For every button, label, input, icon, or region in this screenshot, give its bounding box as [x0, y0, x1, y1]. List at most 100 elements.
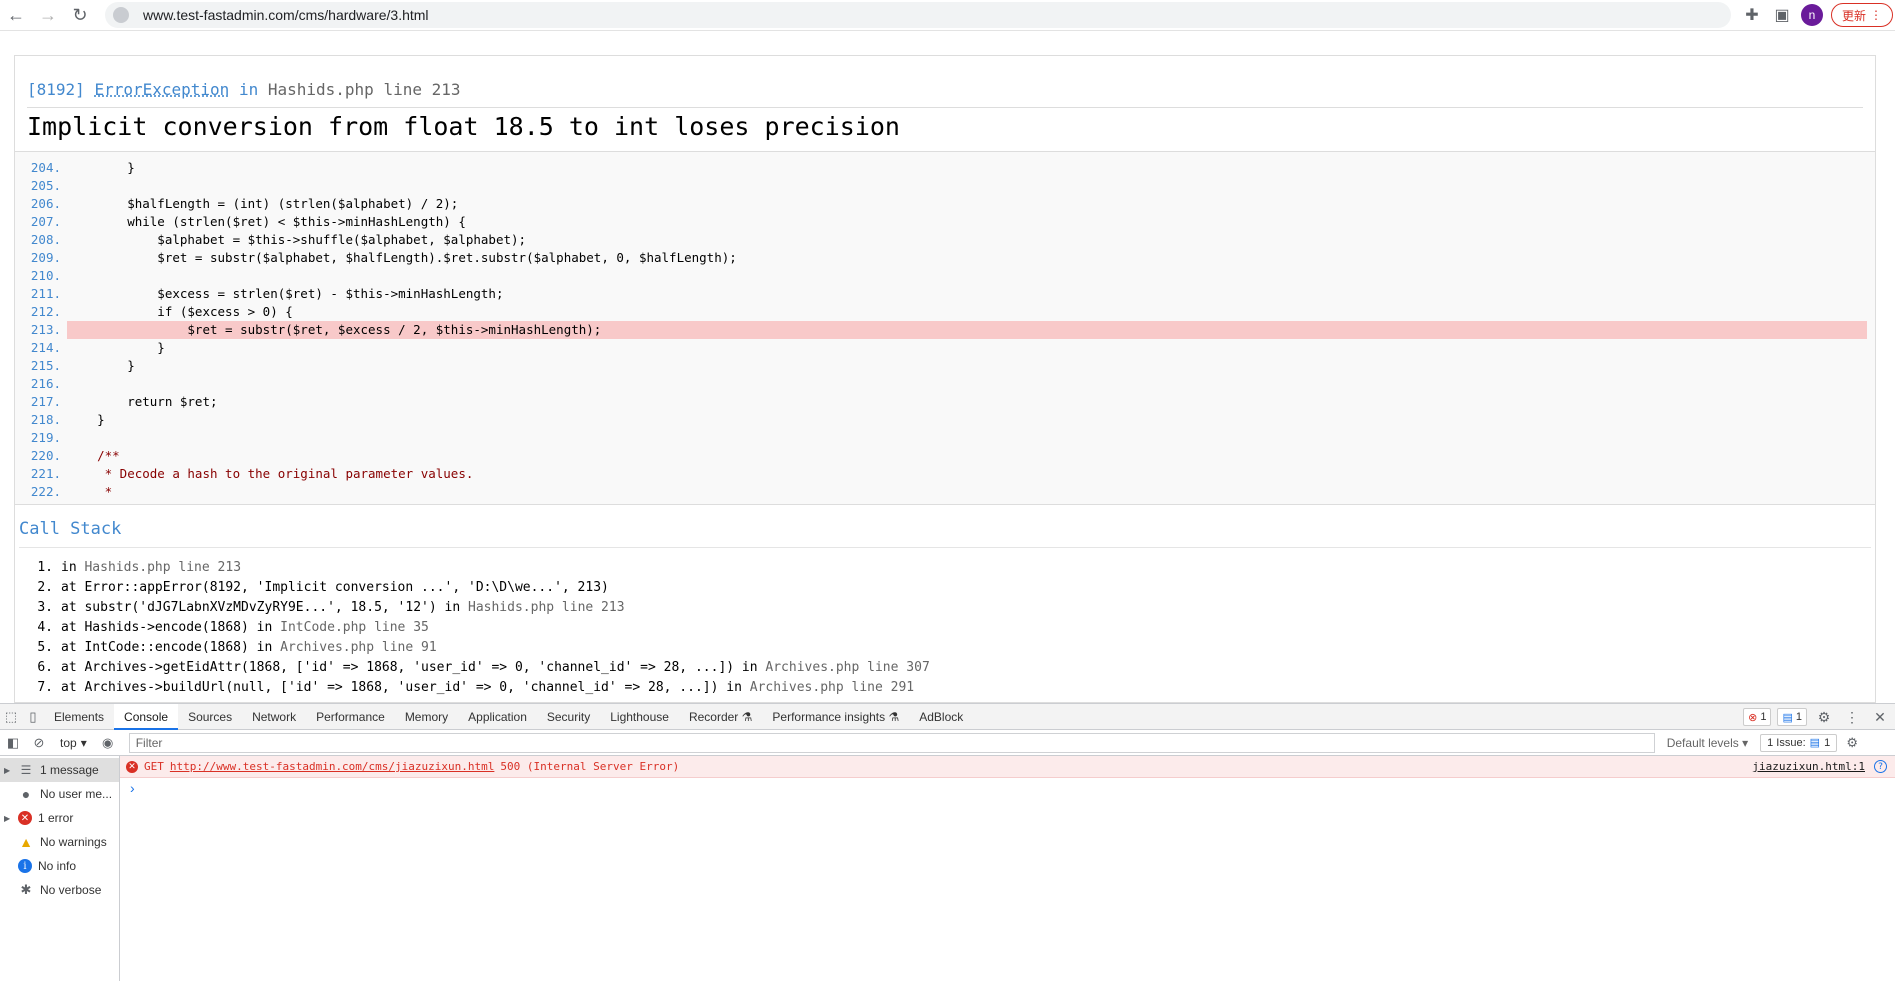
call-stack-index: 7.	[37, 680, 53, 695]
console-filter-input[interactable]	[128, 732, 1655, 753]
call-stack-call: at substr('dJG7LabnXVzMDvZyRY9E...', 18.…	[61, 600, 468, 615]
line-code: $excess = strlen($ret) - $this->minHashL…	[67, 286, 504, 301]
line-code: * Decode a hash to the original paramete…	[67, 466, 474, 481]
tab-elements[interactable]: Elements	[44, 704, 114, 730]
settings-gear-icon[interactable]: ⚙	[1813, 709, 1835, 726]
clear-console-icon[interactable]: ⊘	[28, 732, 50, 754]
reload-icon[interactable]: ↻	[67, 2, 93, 28]
tab-lighthouse[interactable]: Lighthouse	[600, 704, 679, 730]
sidebar-item-error[interactable]: ▶ ✕ 1 error	[0, 806, 119, 830]
call-stack-item: 7. at Archives->buildUrl(null, ['id' => 1…	[33, 678, 1871, 698]
sidebar-item-verbose[interactable]: ✱ No verbose	[0, 878, 119, 902]
tab-performance-insights[interactable]: Performance insights ⚗	[762, 704, 909, 730]
extensions-puzzle-icon[interactable]: ✚	[1741, 4, 1763, 26]
call-stack-index: 1.	[37, 560, 53, 575]
in-word: in	[238, 80, 259, 99]
issues-count: 1	[1824, 736, 1831, 749]
sidebar-item-user[interactable]: ● No user me...	[0, 782, 119, 806]
more-menu-icon: ⋮	[1870, 8, 1883, 22]
console-error-message[interactable]: ✕ GET http://www.test-fastadmin.com/cms/…	[120, 756, 1895, 778]
help-icon[interactable]: ?	[1874, 760, 1887, 773]
log-levels-dropdown[interactable]: Default levels ▾	[1667, 736, 1748, 750]
message-count-badge[interactable]: ▤ 1	[1777, 708, 1807, 726]
tab-application[interactable]: Application	[458, 704, 537, 730]
error-code: [8192]	[27, 80, 85, 99]
line-number: 214.	[30, 340, 61, 355]
source-line: 206. $halfLength = (int) (strlen($alphab…	[15, 195, 1875, 213]
url-text[interactable]: www.test-fastadmin.com/cms/hardware/3.ht…	[143, 7, 429, 23]
call-stack-index: 3.	[37, 600, 53, 615]
tab-memory[interactable]: Memory	[395, 704, 458, 730]
issues-badge[interactable]: 1 Issue: ▤ 1	[1760, 733, 1838, 752]
call-stack-location: Hashids.php line 213	[468, 600, 625, 615]
update-button[interactable]: 更新 ⋮	[1831, 3, 1894, 27]
request-method: GET	[144, 760, 164, 773]
line-number: 218.	[30, 412, 61, 427]
live-expression-eye-icon[interactable]: ◉	[97, 732, 119, 754]
source-line: 204. }	[15, 159, 1875, 177]
context-selector[interactable]: top ▾	[54, 733, 93, 753]
console-toolbar: ◧ ⊘ top▾ ◉ Default levels ▾ 1 Issue:▤1 ⚙	[0, 730, 1895, 756]
message-badge-icon: ▤	[1782, 711, 1793, 724]
source-line: 215. }	[15, 357, 1875, 375]
console-settings-icon[interactable]: ⚙	[1841, 732, 1863, 754]
side-panel-icon[interactable]: ▣	[1771, 4, 1793, 26]
tab-sources[interactable]: Sources	[178, 704, 242, 730]
console-sidebar: ▶ ☰ 1 message ● No user me... ▶ ✕ 1 error ▲ No wa…	[0, 756, 120, 981]
toggle-sidebar-icon[interactable]: ◧	[2, 732, 24, 754]
devtools-menu-icon[interactable]: ⋮	[1841, 709, 1863, 726]
tab-performance[interactable]: Performance	[306, 704, 395, 730]
verbose-icon: ✱	[20, 882, 32, 897]
source-line-highlighted: 213. $ret = substr($ret, $excess / 2, $t…	[15, 321, 1875, 339]
close-devtools-icon[interactable]: ✕	[1869, 709, 1891, 726]
source-code-block: 204. } 205. 206. $halfLength = (int) (strl…	[15, 151, 1875, 505]
forward-arrow-icon[interactable]: →	[35, 2, 61, 28]
sidebar-item-list[interactable]: ▶ ☰ 1 message	[0, 758, 119, 782]
issues-icon: ▤	[1809, 737, 1821, 749]
source-line: 207. while (strlen($ret) < $this->minHas…	[15, 213, 1875, 231]
browser-toolbar: ← → ↻ www.test-fastadmin.com/cms/hardwar…	[0, 0, 1895, 31]
source-location-link[interactable]: jiazuzixun.html:1	[1752, 760, 1865, 773]
tab-security[interactable]: Security	[537, 704, 600, 730]
call-stack-call: at IntCode::encode(1868) in	[61, 640, 281, 655]
source-line: 219.	[15, 429, 1875, 447]
error-message: Implicit conversion from float 18.5 to i…	[27, 107, 1863, 151]
exception-class-link[interactable]: ErrorException	[94, 80, 229, 99]
console-prompt-chevron-icon[interactable]: ›	[120, 778, 1895, 798]
console-output: ✕ GET http://www.test-fastadmin.com/cms/…	[120, 756, 1895, 981]
line-number: 211.	[30, 286, 61, 301]
tab-console[interactable]: Console	[114, 703, 179, 730]
line-code: }	[67, 358, 135, 373]
call-stack-index: 5.	[37, 640, 53, 655]
back-arrow-icon[interactable]: ←	[3, 2, 29, 28]
inspect-element-icon[interactable]: ⬚	[0, 706, 22, 728]
sidebar-item-label: No user me...	[40, 787, 113, 801]
call-stack: Call Stack 1. in Hashids.php line 213 2. at…	[15, 505, 1875, 698]
sidebar-item-label: No warnings	[40, 835, 107, 849]
source-line: 214. }	[15, 339, 1875, 357]
call-stack-call: at Archives->getEidAttr(1868, ['id' => 1…	[61, 660, 766, 675]
address-bar[interactable]: www.test-fastadmin.com/cms/hardware/3.ht…	[105, 2, 1731, 28]
tab-recorder[interactable]: Recorder ⚗	[679, 704, 762, 730]
device-toolbar-icon[interactable]: ▯	[22, 706, 44, 728]
line-number: 207.	[30, 214, 61, 229]
sidebar-item-warning[interactable]: ▲ No warnings	[0, 830, 119, 854]
tab-adblock[interactable]: AdBlock	[909, 704, 973, 730]
update-label: 更新	[1842, 8, 1867, 23]
source-line: 211. $excess = strlen($ret) - $this->min…	[15, 285, 1875, 303]
console-body: ▶ ☰ 1 message ● No user me... ▶ ✕ 1 error ▲ No wa…	[0, 756, 1895, 981]
request-url-link[interactable]: http://www.test-fastadmin.com/cms/jiazuz…	[170, 760, 495, 773]
source-line: 221. * Decode a hash to the original par…	[15, 465, 1875, 483]
sidebar-item-info[interactable]: i No info	[0, 854, 119, 878]
devtools-tab-bar: ⬚ ▯ Elements Console Sources Network Perform…	[0, 703, 1895, 730]
error-count-badge[interactable]: ⊗ 1	[1743, 708, 1772, 726]
sidebar-item-label: No info	[38, 859, 77, 873]
request-status: 500 (Internal Server Error)	[500, 760, 680, 773]
line-code: $ret = substr($ret, $excess / 2, $this->…	[67, 321, 1867, 339]
site-info-icon[interactable]	[113, 7, 129, 23]
tab-network[interactable]: Network	[242, 704, 306, 730]
profile-avatar[interactable]: n	[1801, 4, 1823, 26]
error-icon: ✕	[18, 811, 32, 825]
call-stack-item: 6. at Archives->getEidAttr(1868, ['id' =>…	[33, 658, 1871, 678]
